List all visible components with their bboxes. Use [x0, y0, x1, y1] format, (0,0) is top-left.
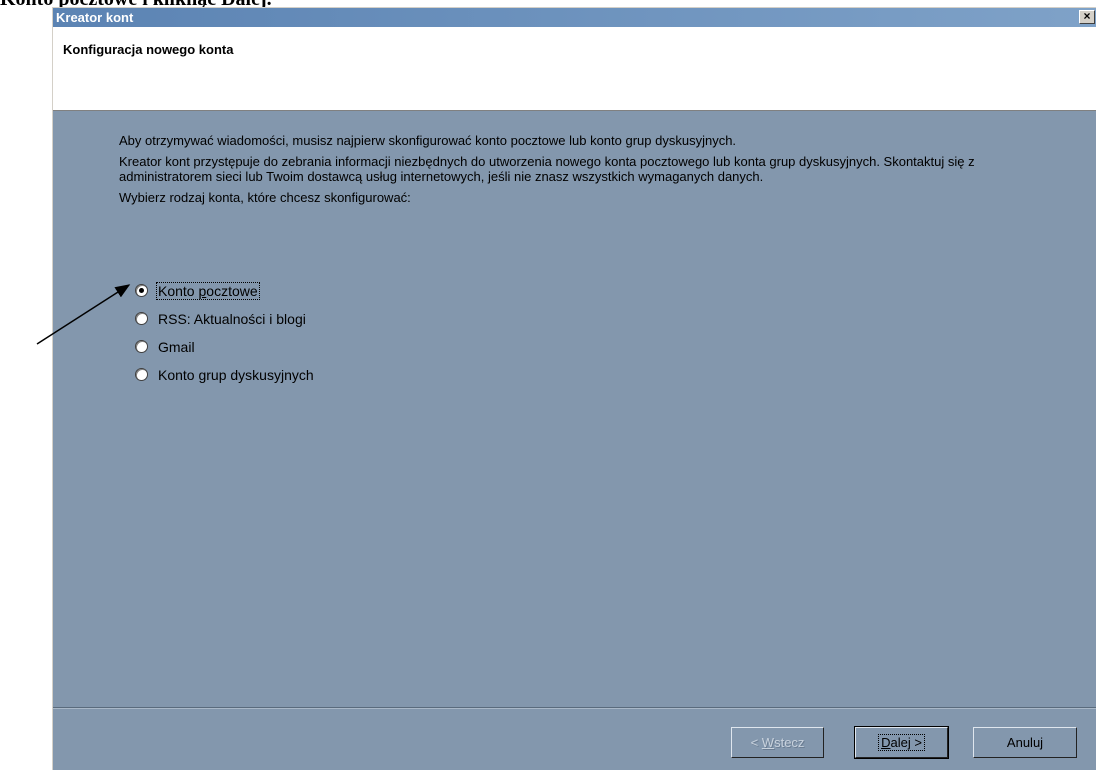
window-title: Kreator kont: [56, 10, 134, 25]
cancel-button[interactable]: Anuluj: [973, 727, 1077, 758]
next-button[interactable]: Dalej >: [854, 726, 949, 759]
option-rss[interactable]: RSS: Aktualności i blogi: [135, 310, 315, 327]
option-email-account[interactable]: Konto pocztowe: [135, 281, 315, 300]
radio-button[interactable]: [135, 368, 148, 381]
title-bar[interactable]: Kreator kont ×: [53, 8, 1096, 27]
account-wizard-dialog: Kreator kont × Konfiguracja nowego konta…: [52, 7, 1096, 770]
intro-text: Aby otrzymywać wiadomości, musisz najpie…: [119, 133, 737, 148]
info-text: Kreator kont przystępuje do zebrania inf…: [119, 154, 975, 184]
close-button[interactable]: ×: [1079, 10, 1095, 24]
back-button[interactable]: < Wstecz: [731, 727, 824, 758]
wizard-body: Aby otrzymywać wiadomości, musisz najpie…: [119, 133, 1019, 211]
option-label[interactable]: RSS: Aktualności i blogi: [157, 311, 307, 327]
wizard-header: [53, 27, 1096, 111]
option-gmail[interactable]: Gmail: [135, 338, 315, 355]
close-icon: ×: [1083, 9, 1091, 23]
option-label[interactable]: Konto grup dyskusyjnych: [157, 367, 315, 383]
option-label[interactable]: Gmail: [157, 339, 196, 355]
radio-button[interactable]: [135, 340, 148, 353]
footer-separator: [53, 707, 1096, 709]
account-type-options: Konto pocztowe RSS: Aktualności i blogi …: [135, 281, 315, 394]
prompt-text: Wybierz rodzaj konta, które chcesz skonf…: [119, 190, 411, 205]
option-newsgroup-account[interactable]: Konto grup dyskusyjnych: [135, 366, 315, 383]
radio-button-checked[interactable]: [135, 284, 148, 297]
radio-button[interactable]: [135, 312, 148, 325]
option-label[interactable]: Konto pocztowe: [156, 281, 260, 300]
page-title: Konfiguracja nowego konta: [63, 42, 234, 57]
